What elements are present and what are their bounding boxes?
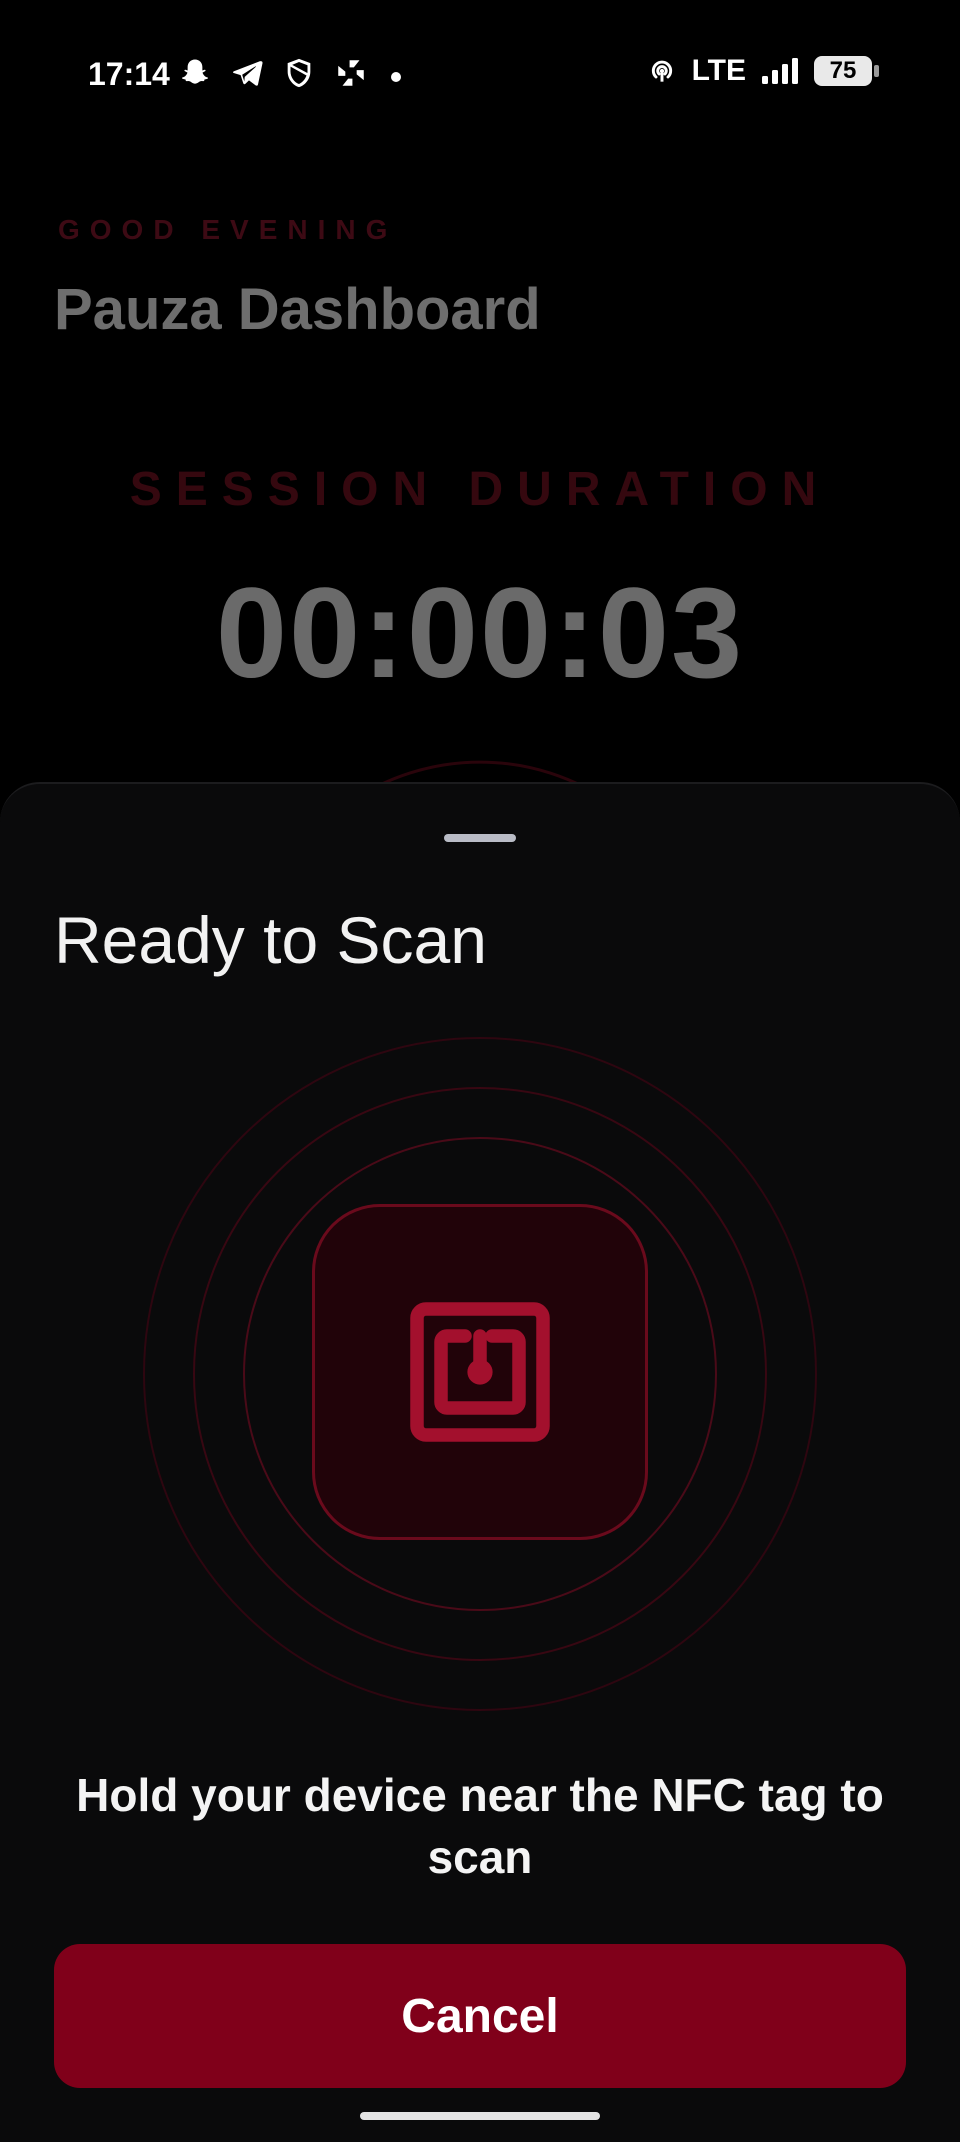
session-duration-label: SESSION DURATION (129, 463, 831, 516)
network-type: LTE (691, 54, 746, 87)
more-notifications-dot (391, 72, 401, 82)
snapchat-icon (178, 56, 212, 90)
home-indicator[interactable] (360, 2112, 600, 2120)
nfc-scan-sheet: Ready to Scan Hold your device near the … (0, 782, 960, 2142)
pinwheel-icon (334, 56, 368, 90)
nfc-tag-icon (410, 1302, 550, 1442)
battery-level: 75 (829, 57, 857, 84)
sheet-drag-handle[interactable] (444, 834, 516, 842)
status-time: 17:14 (88, 56, 170, 92)
nfc-icon-tile (312, 1204, 648, 1540)
sheet-title: Ready to Scan (54, 903, 487, 977)
signal-icon (760, 56, 800, 86)
system-status: LTE 75 (646, 54, 879, 88)
status-bar: 17:14 LTE 75 (0, 0, 960, 150)
greeting-text: GOOD EVENING (58, 214, 398, 245)
notification-icons (178, 56, 368, 90)
cancel-button[interactable]: Cancel (54, 1944, 906, 2088)
battery-icon: 75 (814, 56, 879, 86)
scan-instruction: Hold your device near the NFC tag to sca… (76, 1769, 884, 1883)
telegram-icon (230, 56, 264, 90)
shield-icon (282, 56, 316, 90)
hotspot-icon (646, 55, 678, 87)
session-timer: 00:00:03 (215, 562, 745, 705)
dashboard-title: Pauza Dashboard (54, 277, 541, 342)
